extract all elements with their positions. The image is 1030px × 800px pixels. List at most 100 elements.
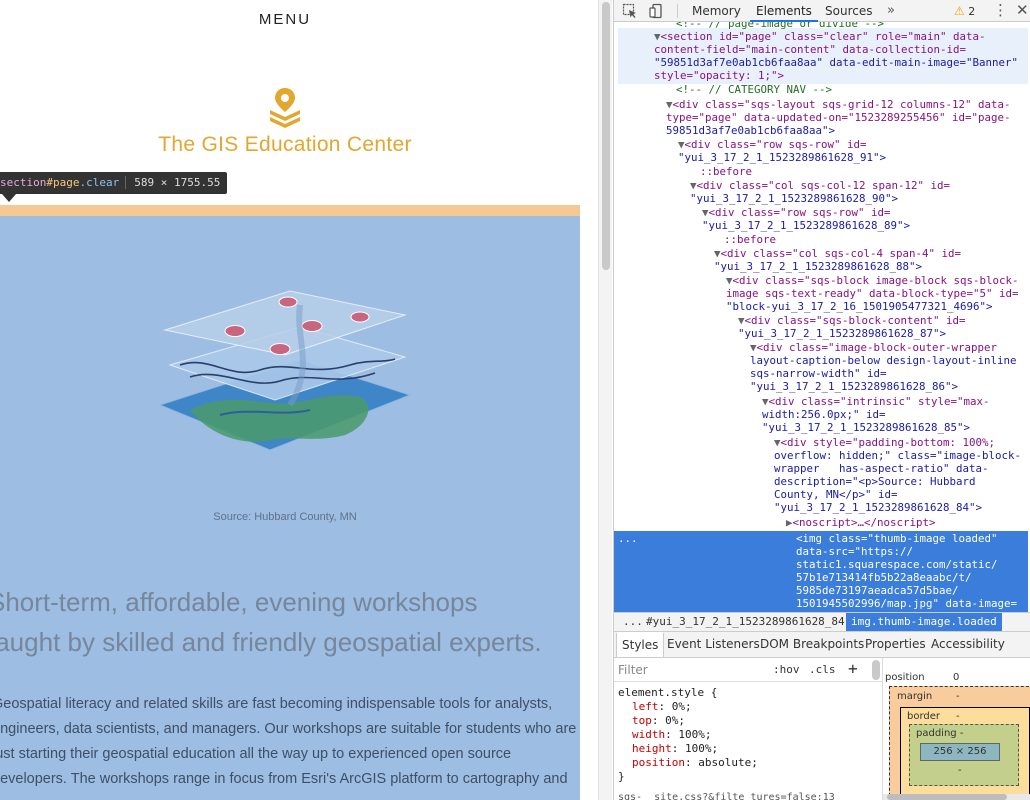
dom-node-intrinsic[interactable]: ▼<div class="intrinsic" style="max- (762, 395, 1030, 408)
box-padding-bottom-value[interactable]: - (958, 765, 962, 776)
dom-node-col12[interactable]: ▼<div class="col sqs-col-12 span-12" id= (690, 179, 1030, 192)
dom-pseudo-before[interactable]: ::before (700, 165, 1030, 178)
menu-link[interactable]: MENU (0, 11, 570, 28)
box-model-scrollbar[interactable] (883, 794, 1030, 800)
dom-node-cont[interactable]: wrapper has-aspect-ratio" data- (774, 462, 1030, 475)
body-line: engineers, data scientists, and managers… (0, 721, 577, 737)
layered-map-image (150, 285, 420, 475)
styles-scrollbar[interactable] (872, 660, 880, 680)
warnings-counter[interactable]: ⚠ 2 (954, 3, 975, 20)
dom-node-cont[interactable]: "yui_3_17_2_1_1523289861628_88"> (714, 260, 1030, 273)
more-options-icon[interactable]: ⋮ (993, 1, 1008, 19)
dom-node-cont[interactable]: "yui_3_17_2_1_1523289861628_91"> (678, 151, 1030, 164)
tab-event-listeners[interactable]: Event Listeners (662, 632, 765, 657)
dom-node-cont[interactable]: width:256.0px;" id= (762, 408, 1030, 421)
dom-node-cont[interactable]: description="<p>Source: Hubbard (774, 475, 1030, 488)
more-tabs-chevron-icon[interactable]: » (887, 2, 895, 20)
close-devtools-button[interactable]: ✕ (1016, 1, 1029, 19)
dom-node-image-block[interactable]: ▼<div class="sqs-block image-block sqs-b… (726, 274, 1030, 287)
dom-node-cont[interactable]: data-src="https:// (796, 545, 1030, 558)
inspect-element-icon[interactable] (622, 3, 638, 19)
dom-breadcrumbs: ... #yui_3_17_2_1_1523289861628_84 img.t… (614, 612, 1030, 632)
dom-comment[interactable]: <!-- // CATEGORY NAV --> (676, 83, 1030, 96)
dom-node-row[interactable]: ▼<div class="row sqs-row" id= (702, 206, 1030, 219)
box-model-scrollbar-thumb[interactable] (887, 794, 1007, 800)
style-property-left[interactable]: left: 0%; (632, 700, 692, 714)
dom-node-cont[interactable]: "yui_3_17_2_1_1523289861628_86"> (750, 380, 1030, 393)
device-toolbar-icon[interactable] (649, 3, 665, 19)
dom-pseudo-before[interactable]: ::before (724, 233, 1030, 246)
dom-node-cont[interactable]: 1501945502996/map.jpg" data-image= (796, 597, 1030, 610)
element-style-selector[interactable]: element.style { (618, 686, 717, 700)
box-padding-label: padding - (916, 728, 964, 739)
cls-toggle-button[interactable]: .cls (809, 663, 836, 676)
dom-node-cont[interactable]: content-field="main-content" data-collec… (654, 43, 1030, 56)
dom-node-cont[interactable]: 59851d3af7e0ab1cb6faa8aa"> (666, 124, 1030, 137)
dom-node-img-selected[interactable]: <img class="thumb-image loaded" (796, 532, 1030, 545)
dom-node-noscript[interactable]: ▶<noscript>…</noscript> (786, 516, 1030, 529)
style-property-width[interactable]: width: 100%; (632, 728, 712, 742)
body-paragraph: Geospatial literacy and related skills a… (0, 692, 592, 792)
tab-dom-breakpoints[interactable]: DOM Breakpoints (755, 632, 869, 657)
dom-node[interactable]: <!-- // page-image or divide --> (676, 22, 1030, 30)
style-property-top[interactable]: top: 0%; (632, 714, 685, 728)
dom-node-aspect-wrapper[interactable]: ▼<div style="padding-bottom: 100%; (774, 436, 1030, 449)
dom-node-block-content[interactable]: ▼<div class="sqs-block-content" id= (738, 314, 1030, 327)
dom-node-cont[interactable]: "59851d3af7e0ab1cb6faa8aa" data-edit-mai… (654, 56, 1030, 69)
style-property-height[interactable]: height: 100%; (632, 742, 718, 756)
tooltip-arrow (2, 194, 16, 202)
dom-node-cont[interactable]: sqs-narrow-width" id= (750, 367, 1030, 380)
dom-node-cont[interactable]: layout-caption-below design-layout-inlin… (750, 354, 1030, 367)
box-border-value[interactable]: - (956, 711, 960, 722)
style-property-position[interactable]: position: absolute; (632, 756, 758, 770)
styles-filter-input[interactable] (618, 662, 768, 678)
dom-node-cont[interactable]: overflow: hidden;" class="image-block- (774, 449, 1030, 462)
box-margin-value[interactable]: - (956, 691, 960, 702)
dom-node-cont[interactable]: static1.squarespace.com/static/ (796, 558, 1030, 571)
lead-line: taught by skilled and friendly geospatia… (0, 627, 542, 657)
toolbar-separator (677, 4, 678, 18)
stylesheet-source-link[interactable]: sqs-_ site.css?&filte tures=false:13 (618, 792, 835, 800)
dom-node-cont[interactable]: "yui_3_17_2_1_1523289861628_84"> (774, 501, 1030, 514)
box-position-value[interactable]: 0 (953, 672, 959, 683)
devtools-toolbar: Memory Elements Sources » ⚠ 2 ⋮ ✕ (614, 0, 1030, 22)
lead-line: Short-term, affordable, evening workshop… (0, 587, 478, 617)
dom-node-cont[interactable]: "yui_3_17_2_1_1523289861628_90"> (690, 192, 1030, 205)
page-scrollbar-thumb[interactable] (602, 2, 610, 270)
breadcrumb-wrapper-div[interactable]: #yui_3_17_2_1_1523289861628_84 (641, 613, 850, 631)
tab-accessibility[interactable]: Accessibility (926, 632, 1010, 657)
dom-node-sqs-layout[interactable]: ▼<div class="sqs-layout sqs-grid-12 colu… (666, 98, 1030, 111)
tab-elements[interactable]: Elements (750, 2, 818, 22)
new-style-rule-button[interactable]: + (848, 659, 858, 678)
breadcrumb-selected-img[interactable]: img.thumb-image.loaded (846, 613, 1002, 631)
dom-node-cont[interactable]: style="opacity: 1;"> (654, 69, 1030, 82)
box-content-size[interactable]: 256 × 256 (920, 743, 1000, 761)
dom-node-cont[interactable]: image sqs-text-ready" data-block-type="5… (726, 287, 1030, 300)
site-title[interactable]: The GIS Education Center (0, 133, 570, 157)
dom-node-cont[interactable]: type="page" data-updated-on="15232892554… (666, 111, 1030, 124)
dom-node-cont[interactable]: "block-yui_3_17_2_16_1501905477321_4696"… (726, 300, 1030, 313)
body-line: Geospatial literacy and related skills a… (0, 696, 553, 712)
dom-node-cont[interactable]: County, MN</p>" id= (774, 488, 1030, 501)
dom-node-cont[interactable]: "yui_3_17_2_1_1523289861628_87"> (738, 327, 1030, 340)
dom-node-cont[interactable]: "yui_3_17_2_1_1523289861628_89"> (702, 219, 1030, 232)
dom-node-cont[interactable]: 57b1e713414fb5b22a8eaabc/t/ (796, 571, 1030, 584)
tab-sources[interactable]: Sources (819, 2, 878, 22)
page-scrollbar[interactable] (598, 0, 612, 800)
dom-node-outer-wrapper[interactable]: ▼<div class="image-block-outer-wrapper (750, 341, 1030, 354)
body-line: just starting their geospatial education… (0, 746, 512, 762)
box-position-label: position (885, 672, 925, 683)
dom-node-row[interactable]: ▼<div class="row sqs-row" id= (678, 138, 1030, 151)
warning-count: 2 (968, 5, 976, 18)
dom-node-cont[interactable]: 5985de73197aeadca57d5bae/ (796, 584, 1030, 597)
tab-styles[interactable]: Styles (616, 632, 665, 657)
tab-properties[interactable]: Properties (860, 632, 931, 657)
tooltip-classes: .clear (79, 176, 120, 189)
site-logo-icon[interactable] (262, 86, 308, 132)
hov-toggle-button[interactable]: :hov (773, 663, 800, 676)
tab-memory[interactable]: Memory (686, 2, 747, 22)
dom-node-cont[interactable]: "yui_3_17_2_1_1523289861628_85"> (762, 421, 1030, 434)
dom-tree: <!-- // page-image or divide --> ▼<secti… (614, 22, 1030, 612)
dom-node-section[interactable]: ▼<section id="page" class="clear" role="… (654, 30, 1030, 43)
dom-node-col4[interactable]: ▼<div class="col sqs-col-4 span-4" id= (714, 247, 1030, 260)
